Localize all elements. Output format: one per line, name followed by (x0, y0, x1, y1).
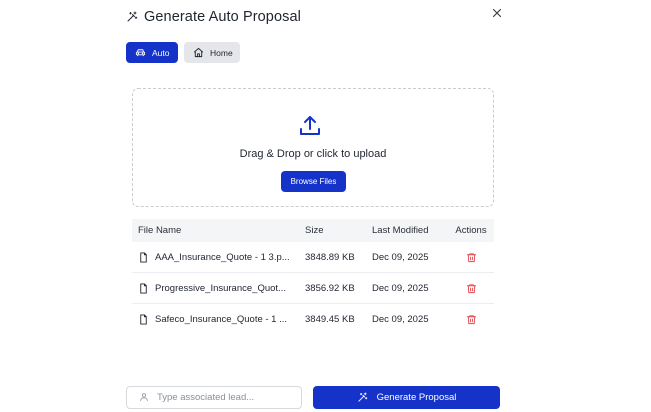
file-dropzone[interactable]: Drag & Drop or click to upload Browse Fi… (132, 88, 494, 207)
file-icon (138, 282, 149, 294)
trash-icon[interactable] (466, 252, 477, 263)
policy-type-tabs: Auto Home (126, 42, 240, 63)
file-modified: Dec 09, 2025 (372, 251, 429, 263)
magic-wand-icon (126, 11, 138, 23)
generate-proposal-button[interactable]: Generate Proposal (313, 386, 500, 409)
file-name: Progressive_Insurance_Quot... (155, 282, 286, 294)
user-icon (139, 389, 149, 407)
column-size: Size (305, 225, 324, 236)
file-modified: Dec 09, 2025 (372, 282, 429, 294)
tab-home-label: Home (210, 47, 233, 58)
table-row: Safeco_Insurance_Quote - 1 ... 3849.45 K… (132, 304, 494, 335)
dialog-header: Generate Auto Proposal (126, 9, 301, 25)
column-file-name: File Name (138, 225, 182, 236)
close-icon[interactable] (491, 7, 503, 19)
column-last-modified: Last Modified (372, 225, 429, 236)
table-header: File Name Size Last Modified Actions (132, 219, 494, 242)
file-name: Safeco_Insurance_Quote - 1 ... (155, 314, 288, 325)
tab-auto-label: Auto (152, 47, 170, 58)
table-row: AAA_Insurance_Quote - 1 3.p... 3848.89 K… (132, 242, 494, 273)
file-size: 3848.89 KB (305, 251, 355, 263)
file-name: AAA_Insurance_Quote - 1 3.p... (155, 251, 290, 263)
close-button[interactable] (491, 6, 503, 18)
trash-icon[interactable] (466, 314, 477, 325)
tab-auto[interactable]: Auto (126, 42, 178, 63)
home-icon (193, 47, 204, 58)
car-icon (135, 47, 146, 58)
lead-search-field[interactable] (126, 386, 302, 409)
file-icon (138, 314, 149, 325)
file-modified: Dec 09, 2025 (372, 314, 429, 325)
browse-files-button[interactable]: Browse Files (281, 171, 346, 192)
tab-home[interactable]: Home (184, 42, 240, 63)
lead-input[interactable] (157, 392, 297, 403)
table-row: Progressive_Insurance_Quot... 3856.92 KB… (132, 273, 494, 304)
file-size: 3849.45 KB (305, 314, 355, 325)
file-size: 3856.92 KB (305, 282, 355, 294)
trash-icon[interactable] (466, 283, 477, 294)
dialog-title: Generate Auto Proposal (144, 9, 301, 25)
generate-proposal-label: Generate Proposal (376, 392, 457, 403)
upload-icon (298, 114, 322, 143)
file-icon (138, 251, 149, 263)
column-actions: Actions (455, 225, 487, 236)
dropzone-prompt: Drag & Drop or click to upload (239, 148, 387, 160)
magic-wand-icon (357, 392, 368, 403)
uploaded-files-table: File Name Size Last Modified Actions AAA… (132, 219, 494, 335)
